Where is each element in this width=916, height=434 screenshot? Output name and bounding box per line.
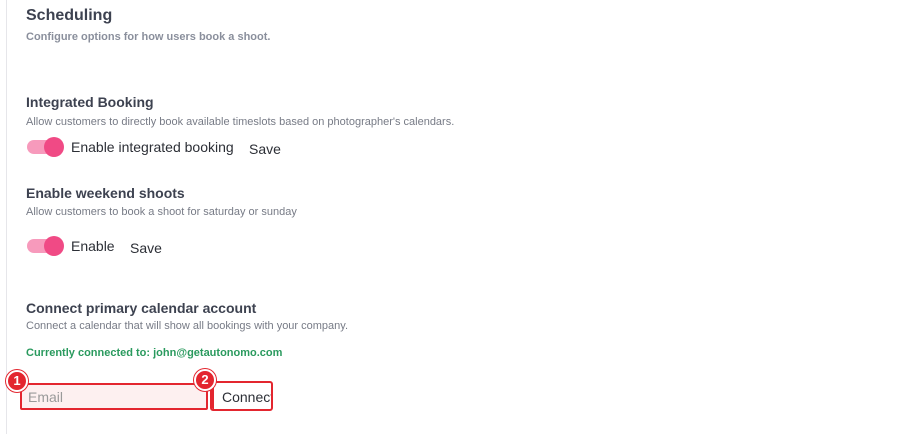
integrated-booking-toggle[interactable] [27, 137, 64, 157]
weekend-shoots-save-button[interactable]: Save [130, 240, 162, 256]
calendar-section-description: Connect a calendar that will show all bo… [26, 320, 349, 332]
connect-button[interactable]: Connect [222, 389, 271, 405]
toggle-knob [44, 137, 64, 157]
annotation-marker-2: 2 [194, 369, 216, 391]
annotation-marker-1: 1 [6, 370, 28, 392]
weekend-shoots-toggle-label: Enable [71, 238, 115, 254]
integrated-booking-description: Allow customers to directly book availab… [26, 116, 455, 128]
connect-button-wrapper: Connect [210, 381, 273, 411]
connected-account-status: Currently connected to: john@getautonomo… [26, 347, 283, 359]
email-input[interactable] [20, 383, 208, 410]
integrated-booking-toggle-label: Enable integrated booking [71, 139, 234, 155]
left-divider [6, 0, 7, 434]
weekend-shoots-toggle[interactable] [27, 236, 64, 256]
calendar-section-title: Connect primary calendar account [26, 300, 257, 316]
weekend-shoots-title: Enable weekend shoots [26, 185, 185, 201]
scheduling-settings-page: Scheduling Configure options for how use… [0, 0, 916, 434]
weekend-shoots-description: Allow customers to book a shoot for satu… [26, 206, 297, 218]
page-title: Scheduling [26, 7, 113, 24]
integrated-booking-title: Integrated Booking [26, 94, 154, 110]
page-subtitle: Configure options for how users book a s… [26, 31, 271, 43]
integrated-booking-save-button[interactable]: Save [249, 141, 281, 157]
toggle-knob [44, 236, 64, 256]
